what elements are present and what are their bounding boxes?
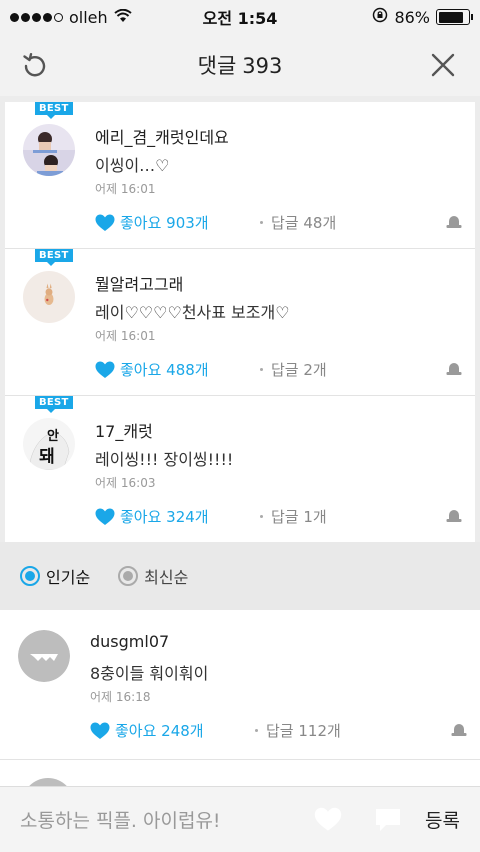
speech-bubble-icon bbox=[376, 808, 401, 831]
comment-actions: 좋아요 488개 답글 2개 bbox=[95, 359, 463, 380]
comment-text: 8충이들 훠이훠이 bbox=[90, 664, 209, 683]
comment-input[interactable]: 소통하는 픽플. 아이럽유! bbox=[20, 806, 283, 833]
comment-input-bar: 소통하는 픽플. 아이럽유! 등록 bbox=[0, 786, 480, 852]
comment-actions: 좋아요 324개 답글 1개 bbox=[95, 506, 463, 527]
sort-bar: 인기순 최신순 bbox=[0, 542, 480, 610]
carrier-label: olleh bbox=[69, 7, 108, 27]
comment: dusgml07 8충이들 훠이훠이 어제 16:18 좋아요 248개 답글 … bbox=[0, 610, 480, 760]
like-count: 좋아요 324개 bbox=[120, 508, 209, 526]
best-comment: BEST 안 돼 17_캐럿 레이씽!!! 장이씽!!!! 어제 16:03 좋… bbox=[5, 396, 475, 543]
comment-actions: 좋아요 903개 답글 48개 bbox=[95, 212, 463, 233]
heart-icon bbox=[314, 807, 342, 831]
sticker-button[interactable] bbox=[373, 805, 403, 835]
report-button[interactable] bbox=[445, 507, 463, 527]
rotation-lock-icon bbox=[372, 7, 388, 27]
report-button[interactable] bbox=[450, 721, 468, 741]
reply-count: 답글 1개 bbox=[271, 508, 327, 526]
siren-icon bbox=[446, 362, 462, 375]
comment-date: 어제 16:01 bbox=[95, 329, 156, 343]
best-badge: BEST bbox=[35, 396, 73, 413]
avatar[interactable] bbox=[18, 630, 70, 682]
radio-selected-icon bbox=[20, 566, 40, 586]
comment-date: 어제 16:18 bbox=[90, 690, 151, 704]
comment-nickname[interactable]: 17_캐럿 bbox=[95, 418, 153, 442]
heart-icon bbox=[95, 508, 115, 525]
reply-count: 답글 48개 bbox=[271, 214, 337, 232]
avatar[interactable]: 안 돼 bbox=[23, 418, 75, 470]
best-badge: BEST bbox=[35, 102, 73, 119]
comment-date: 어제 16:03 bbox=[95, 476, 156, 490]
best-comments-list: BEST 에리_겸_캐럿인데요 이씽이…♡ 어제 16:01 좋아요 903개 bbox=[5, 102, 475, 543]
siren-icon bbox=[451, 723, 467, 736]
comment-date: 어제 16:01 bbox=[95, 182, 156, 196]
sort-latest-label: 최신순 bbox=[144, 568, 189, 587]
comment-count: 393 bbox=[242, 54, 283, 78]
like-button[interactable]: 좋아요 488개 bbox=[95, 359, 260, 380]
heart-icon bbox=[95, 214, 115, 231]
comment-actions: 좋아요 248개 답글 112개 bbox=[90, 720, 468, 741]
comment-text: 이씽이…♡ bbox=[95, 156, 170, 175]
refresh-icon bbox=[23, 53, 46, 77]
close-icon bbox=[431, 53, 455, 77]
like-button[interactable]: 좋아요 248개 bbox=[90, 720, 255, 741]
refresh-button[interactable] bbox=[18, 48, 52, 82]
like-button[interactable]: 좋아요 324개 bbox=[95, 506, 260, 527]
reply-count: 답글 2개 bbox=[271, 361, 327, 379]
comment-text: 레이♡♡♡♡천사표 보조개♡ bbox=[95, 303, 290, 322]
reply-button[interactable]: 답글 1개 bbox=[260, 506, 327, 527]
best-comment: BEST 에리_겸_캐럿인데요 이씽이…♡ 어제 16:01 좋아요 903개 bbox=[5, 102, 475, 249]
like-count: 좋아요 903개 bbox=[120, 214, 209, 232]
status-bar: olleh 오전 1:54 86% bbox=[0, 0, 480, 34]
heart-icon bbox=[90, 722, 110, 739]
avatar-text-bottom: 돼 bbox=[39, 447, 55, 467]
radio-unselected-icon bbox=[118, 566, 139, 586]
comment-text: 레이씽!!! 장이씽!!!! bbox=[95, 450, 234, 469]
battery-icon bbox=[436, 9, 473, 25]
reply-button[interactable]: 답글 2개 bbox=[260, 359, 327, 380]
wifi-icon bbox=[114, 8, 132, 27]
avatar-text-top: 안 bbox=[47, 428, 59, 444]
sort-popular-option[interactable]: 인기순 bbox=[20, 564, 90, 588]
reply-count: 답글 112개 bbox=[266, 722, 341, 740]
avatar[interactable] bbox=[22, 778, 74, 786]
like-count: 좋아요 488개 bbox=[120, 361, 209, 379]
like-count: 좋아요 248개 bbox=[115, 722, 204, 740]
header: 댓글 393 bbox=[0, 34, 480, 96]
best-comment: BEST 뭘알려고그래 레이♡♡♡♡천사표 보조개♡ 어제 16:01 좋아요 … bbox=[5, 249, 475, 396]
siren-icon bbox=[446, 509, 462, 522]
heart-icon bbox=[95, 361, 115, 378]
reply-button[interactable]: 답글 112개 bbox=[255, 720, 341, 741]
title-label: 댓글 bbox=[197, 54, 237, 78]
sort-latest-option[interactable]: 최신순 bbox=[118, 564, 188, 588]
comment-nickname[interactable]: 뭘알려고그래 bbox=[95, 271, 183, 295]
comment-nickname[interactable]: dusgml07 bbox=[90, 632, 169, 651]
sort-popular-label: 인기순 bbox=[46, 568, 91, 587]
siren-icon bbox=[446, 215, 462, 228]
close-button[interactable] bbox=[426, 48, 460, 82]
comment-list: dusgml07 8충이들 훠이훠이 어제 16:18 좋아요 248개 답글 … bbox=[0, 610, 480, 786]
report-button[interactable] bbox=[445, 213, 463, 233]
battery-percent: 86% bbox=[394, 7, 430, 27]
avatar[interactable] bbox=[23, 271, 75, 323]
like-toggle-button[interactable] bbox=[313, 805, 343, 835]
page-title: 댓글 393 bbox=[198, 50, 283, 80]
reply-button[interactable]: 답글 48개 bbox=[260, 212, 336, 233]
submit-button[interactable]: 등록 bbox=[425, 806, 460, 833]
avatar[interactable] bbox=[23, 124, 75, 176]
report-button[interactable] bbox=[445, 360, 463, 380]
best-badge: BEST bbox=[35, 249, 73, 266]
comment-nickname[interactable]: 에리_겸_캐럿인데요 bbox=[95, 124, 229, 148]
like-button[interactable]: 좋아요 903개 bbox=[95, 212, 260, 233]
signal-icon bbox=[10, 12, 63, 22]
